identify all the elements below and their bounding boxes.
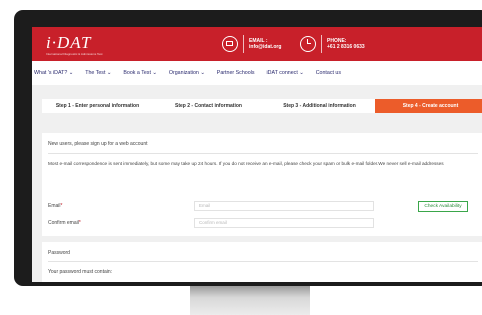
required-mark: * [60,203,63,209]
progress-steps: Step 1 - Enter personal information Step… [42,99,482,113]
email-note: Most e-mail correspondence is sent immed… [48,161,444,166]
divider [243,35,244,53]
step-2[interactable]: Step 2 - Contact information [153,99,264,113]
email-icon [222,36,238,52]
phone-contact[interactable]: PHONE: +61 2 8316 0633 [300,35,365,53]
password-requirements: Your password must contain: [48,269,113,275]
required-mark: * [78,220,81,226]
browser-screen: i·DAT International Diagnostic & Admissi… [32,27,482,282]
nav-item-the-test[interactable]: The Test ⌄ [85,70,111,76]
monitor-frame: i·DAT International Diagnostic & Admissi… [14,10,482,286]
confirm-email-label: Confirm email* [48,220,81,226]
step-3[interactable]: Step 3 - Additional information [264,99,375,113]
nav-item-idat-connect[interactable]: iDAT connect ⌄ [266,70,303,76]
email-contact[interactable]: EMAIL : info@idat.org [222,35,281,53]
signup-intro: New users, please sign up for a web acco… [48,141,148,147]
page-body: Step 1 - Enter personal information Step… [32,85,482,282]
password-title: Password [48,250,70,256]
nav-item-contact-us[interactable]: Contact us [316,70,341,76]
step-4-active[interactable]: Step 4 - Create account [375,99,482,113]
email-value: info@idat.org [249,44,282,50]
clock-icon [300,36,316,52]
logo-tagline: International Diagnostic & Admissions Te… [46,52,103,56]
nav-item-whats-idat[interactable]: What 's iDAT? ⌄ [34,70,73,76]
nav-item-partner-schools[interactable]: Partner Schools [217,70,255,76]
divider [48,153,478,154]
divider [321,35,322,53]
idat-logo[interactable]: i·DAT [46,33,91,53]
check-availability-button[interactable]: Check Availability [418,201,468,212]
signup-card: New users, please sign up for a web acco… [42,133,482,236]
password-card: Password Your password must contain: [42,242,482,282]
divider [48,261,478,262]
email-field[interactable]: Email [194,201,374,211]
site-header: i·DAT International Diagnostic & Admissi… [32,27,482,61]
monitor-stand [190,286,310,315]
confirm-email-field[interactable]: Confirm email [194,218,374,228]
nav-item-book-a-test[interactable]: Book a Test ⌄ [123,70,157,76]
step-1[interactable]: Step 1 - Enter personal information [42,99,153,113]
phone-value: +61 2 8316 0633 [327,44,365,50]
main-nav: What 's iDAT? ⌄ The Test ⌄ Book a Test ⌄… [32,61,482,86]
nav-item-organization[interactable]: Organization ⌄ [169,70,205,76]
email-field-label: Email* [48,203,63,209]
